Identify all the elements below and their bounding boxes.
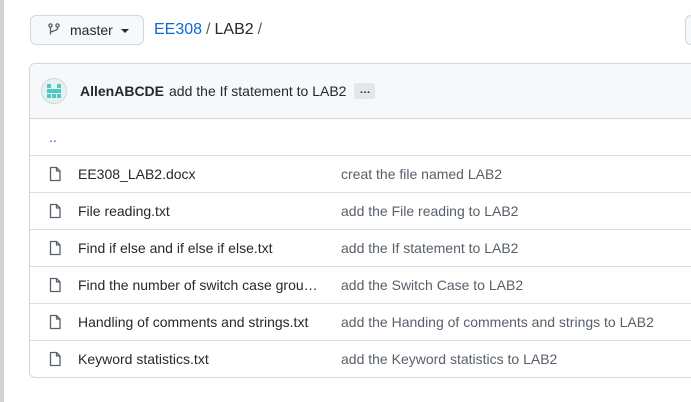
branch-label: master: [70, 22, 113, 38]
window-edge: [0, 0, 4, 402]
identicon-icon: [47, 84, 61, 98]
breadcrumb-repo-link[interactable]: EE308: [154, 21, 202, 38]
breadcrumb-separator: /: [206, 21, 211, 38]
file-icon: [47, 166, 63, 182]
avatar[interactable]: [41, 78, 67, 104]
file-name-link[interactable]: Find if else and if else if else.txt: [78, 240, 324, 256]
commit-expand-button[interactable]: …: [354, 83, 376, 99]
go-to-file-button[interactable]: [685, 15, 691, 45]
file-name-link[interactable]: EE308_LAB2.docx: [78, 166, 324, 182]
file-name-link[interactable]: Handling of comments and strings.txt: [78, 314, 324, 330]
latest-commit-bar: AllenABCDE add the If statement to LAB2 …: [30, 64, 691, 119]
file-commit-message-link[interactable]: add the Handing of comments and strings …: [341, 314, 654, 330]
file-commit-message-link[interactable]: creat the file named LAB2: [341, 166, 502, 182]
commit-message[interactable]: add the If statement to LAB2: [169, 83, 346, 99]
file-name-link[interactable]: File reading.txt: [78, 203, 324, 219]
parent-directory-link[interactable]: ..: [30, 119, 691, 156]
file-row[interactable]: EE308_LAB2.docx creat the file named LAB2: [30, 156, 691, 193]
file-icon: [47, 203, 63, 219]
file-icon: [47, 351, 63, 367]
git-branch-icon: [48, 23, 60, 35]
file-listing: AllenABCDE add the If statement to LAB2 …: [29, 63, 691, 378]
file-row[interactable]: Keyword statistics.txt add the Keyword st…: [30, 341, 691, 377]
breadcrumb: EE308/LAB2/: [154, 21, 266, 39]
file-row[interactable]: File reading.txt add the File reading to …: [30, 193, 691, 230]
file-row[interactable]: Handling of comments and strings.txt add …: [30, 304, 691, 341]
file-name-link[interactable]: Keyword statistics.txt: [78, 351, 324, 367]
file-commit-message-link[interactable]: add the File reading to LAB2: [341, 203, 518, 219]
file-row[interactable]: Find the number of switch case group… add…: [30, 267, 691, 304]
commit-author[interactable]: AllenABCDE: [80, 83, 164, 99]
file-icon: [47, 277, 63, 293]
breadcrumb-current-folder: LAB2: [214, 21, 254, 38]
branch-select-button[interactable]: master: [30, 15, 144, 45]
file-row[interactable]: Find if else and if else if else.txt add …: [30, 230, 691, 267]
file-name-link[interactable]: Find the number of switch case group…: [78, 277, 324, 293]
chevron-down-icon: [120, 29, 129, 33]
file-icon: [47, 240, 63, 256]
file-commit-message-link[interactable]: add the Switch Case to LAB2: [341, 277, 523, 293]
file-commit-message-link[interactable]: add the If statement to LAB2: [341, 240, 518, 256]
file-commit-message-link[interactable]: add the Keyword statistics to LAB2: [341, 351, 557, 367]
breadcrumb-trailing-separator: /: [257, 21, 263, 38]
file-icon: [47, 314, 63, 330]
